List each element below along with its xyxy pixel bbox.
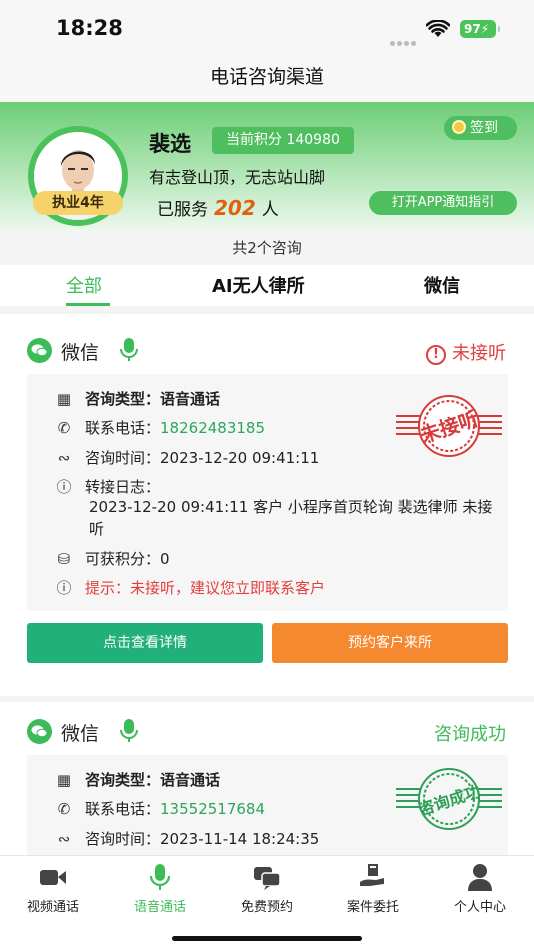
type-label: 咨询类型：	[85, 390, 161, 408]
points-row: ⛁ 可获积分：0	[53, 548, 170, 569]
time-value: 2023-11-14 18:24:35	[160, 830, 320, 848]
tabbar-item-case[interactable]: 案件委托	[328, 862, 418, 915]
notification-guide-button[interactable]: 打开APP通知指引	[369, 191, 517, 215]
tab-ai-law-firm[interactable]: AI无人律所	[212, 272, 305, 298]
link-icon: ∾	[57, 830, 71, 848]
status-missed: ! 未接听	[426, 339, 506, 365]
tabbar-item-appointment[interactable]: 免费预约	[222, 862, 312, 915]
book-client-visit-button[interactable]: 预约客户来所	[272, 623, 508, 663]
home-indicator[interactable]	[172, 936, 362, 941]
battery-level: 97	[464, 22, 481, 36]
tab-active-underline	[66, 303, 110, 306]
signal-dots-icon	[390, 31, 418, 50]
channel-label: 微信	[61, 723, 100, 745]
type-value: 语音通话	[160, 771, 221, 789]
case-hand-icon	[360, 864, 384, 886]
tab-wechat[interactable]: 微信	[424, 272, 460, 298]
tabbar-label: 案件委托	[346, 900, 399, 915]
log-label: 转接日志：	[85, 478, 161, 496]
microphone-icon	[149, 864, 171, 890]
consultation-card: 微信 咨询成功 ▦ 咨询类型：语音通话 ✆ 联系电话：13552517684 ∾ 咨询…	[0, 702, 534, 865]
points-label: 可获积分：	[85, 550, 161, 568]
status-bar: 18:28 97⚡	[0, 0, 534, 56]
consultation-card: 微信 ! 未接听 ▦ 咨询类型：语音通话 ✆ 联系电话：18262483185 ∾ 咨询…	[0, 314, 534, 696]
type-value: 语音通话	[160, 390, 221, 408]
tabbar-label: 语音通话	[133, 900, 186, 915]
tab-all[interactable]: 全部	[66, 272, 102, 298]
tabbar-label: 个人中心	[453, 900, 506, 915]
tip-row: ⓘ 提示：未接听，建议您立即联系客户	[53, 577, 325, 598]
screen: 18:28 97⚡ 电话咨询渠道 执业4年 裴选 当前积分 140980 签到 …	[0, 0, 534, 950]
channel-label: 微信	[61, 342, 100, 364]
status-time: 18:28	[56, 16, 123, 40]
served-suffix: 人	[261, 200, 279, 220]
link-icon: ∾	[57, 449, 71, 467]
database-icon: ⛁	[57, 550, 71, 568]
consult-type-row: ▦ 咨询类型：语音通话	[53, 769, 220, 790]
person-icon	[468, 864, 492, 891]
consultation-count: 共2个咨询	[0, 232, 534, 265]
page-title: 电话咨询渠道	[209, 66, 324, 88]
tabbar-label: 视频通话	[26, 900, 79, 915]
lawyer-motto: 有志登山顶，无志站山脚	[149, 168, 326, 187]
phone-row: ✆ 联系电话：18262483185	[53, 417, 265, 438]
tip-text: 提示：未接听，建议您立即联系客户	[85, 579, 326, 597]
phone-icon: ✆	[57, 419, 71, 437]
filter-tabs: 全部 AI无人律所 微信	[0, 265, 534, 306]
phone-label: 联系电话：	[85, 800, 161, 818]
battery-indicator: 97⚡	[460, 20, 500, 38]
phone-number[interactable]: 13552517684	[160, 800, 265, 818]
consultation-info-box: ▦ 咨询类型：语音通话 ✆ 联系电话：18262483185 ∾ 咨询时间：2023-…	[27, 374, 508, 611]
missed-stamp-icon: 未接听	[396, 395, 502, 457]
tabbar-item-video[interactable]: 视频通话	[8, 862, 98, 915]
time-label: 咨询时间：	[85, 449, 161, 467]
practice-years-badge: 执业4年	[33, 191, 123, 215]
time-label: 咨询时间：	[85, 830, 161, 848]
wechat-icon	[27, 338, 52, 363]
tabbar-item-profile[interactable]: 个人中心	[435, 862, 525, 915]
signin-button[interactable]: 签到	[444, 116, 517, 140]
status-success: 咨询成功	[434, 724, 506, 745]
type-label: 咨询类型：	[85, 771, 161, 789]
microphone-icon	[120, 719, 138, 742]
warning-icon: ⓘ	[56, 579, 72, 597]
phone-number[interactable]: 18262483185	[160, 419, 265, 437]
time-row: ∾ 咨询时间：2023-11-14 18:24:35	[53, 828, 320, 849]
points-chip: 当前积分 140980	[212, 127, 354, 154]
info-icon: ⓘ	[56, 478, 72, 496]
lawyer-profile-header: 执业4年 裴选 当前积分 140980 签到 有志登山顶，无志站山脚 已服务 20…	[0, 102, 534, 232]
served-count: 202	[214, 196, 256, 220]
time-row: ∾ 咨询时间：2023-12-20 09:41:11	[53, 447, 320, 468]
microphone-icon	[120, 338, 138, 361]
phone-icon: ✆	[57, 800, 71, 818]
transfer-log-text: 2023-12-20 09:41:11 客户 小程序首页轮询 裴选律师 未接听	[89, 498, 493, 538]
view-detail-button[interactable]: 点击查看详情	[27, 623, 263, 663]
served-prefix: 已服务	[157, 200, 208, 220]
charging-bolt-icon: ⚡	[480, 22, 490, 36]
chat-bubbles-icon	[254, 867, 281, 890]
tabbar-item-voice[interactable]: 语音通话	[115, 862, 205, 915]
phone-label: 联系电话：	[85, 419, 161, 437]
video-camera-icon	[40, 870, 66, 885]
grid-icon: ▦	[56, 771, 72, 789]
wechat-icon	[27, 719, 52, 744]
served-summary: 已服务 202 人	[157, 195, 279, 220]
success-stamp-icon: 咨询成功	[396, 768, 502, 830]
lawyer-name: 裴选	[149, 132, 191, 156]
status-text: 未接听	[452, 343, 506, 364]
coin-icon	[452, 120, 466, 134]
alert-icon: !	[426, 345, 446, 365]
wifi-icon	[426, 20, 450, 37]
time-value: 2023-12-20 09:41:11	[160, 449, 320, 467]
consult-type-row: ▦ 咨询类型：语音通话	[53, 388, 220, 409]
phone-row: ✆ 联系电话：13552517684	[53, 798, 265, 819]
tabbar-label: 免费预约	[240, 900, 293, 915]
points-value: 0	[160, 550, 170, 568]
log-row: ⓘ 转接日志：	[53, 476, 160, 497]
nav-bar: 电话咨询渠道	[0, 56, 534, 102]
grid-icon: ▦	[56, 390, 72, 408]
signin-label: 签到	[470, 120, 498, 136]
consultation-info-box: ▦ 咨询类型：语音通话 ✆ 联系电话：13552517684 ∾ 咨询时间：2023-…	[27, 755, 508, 865]
